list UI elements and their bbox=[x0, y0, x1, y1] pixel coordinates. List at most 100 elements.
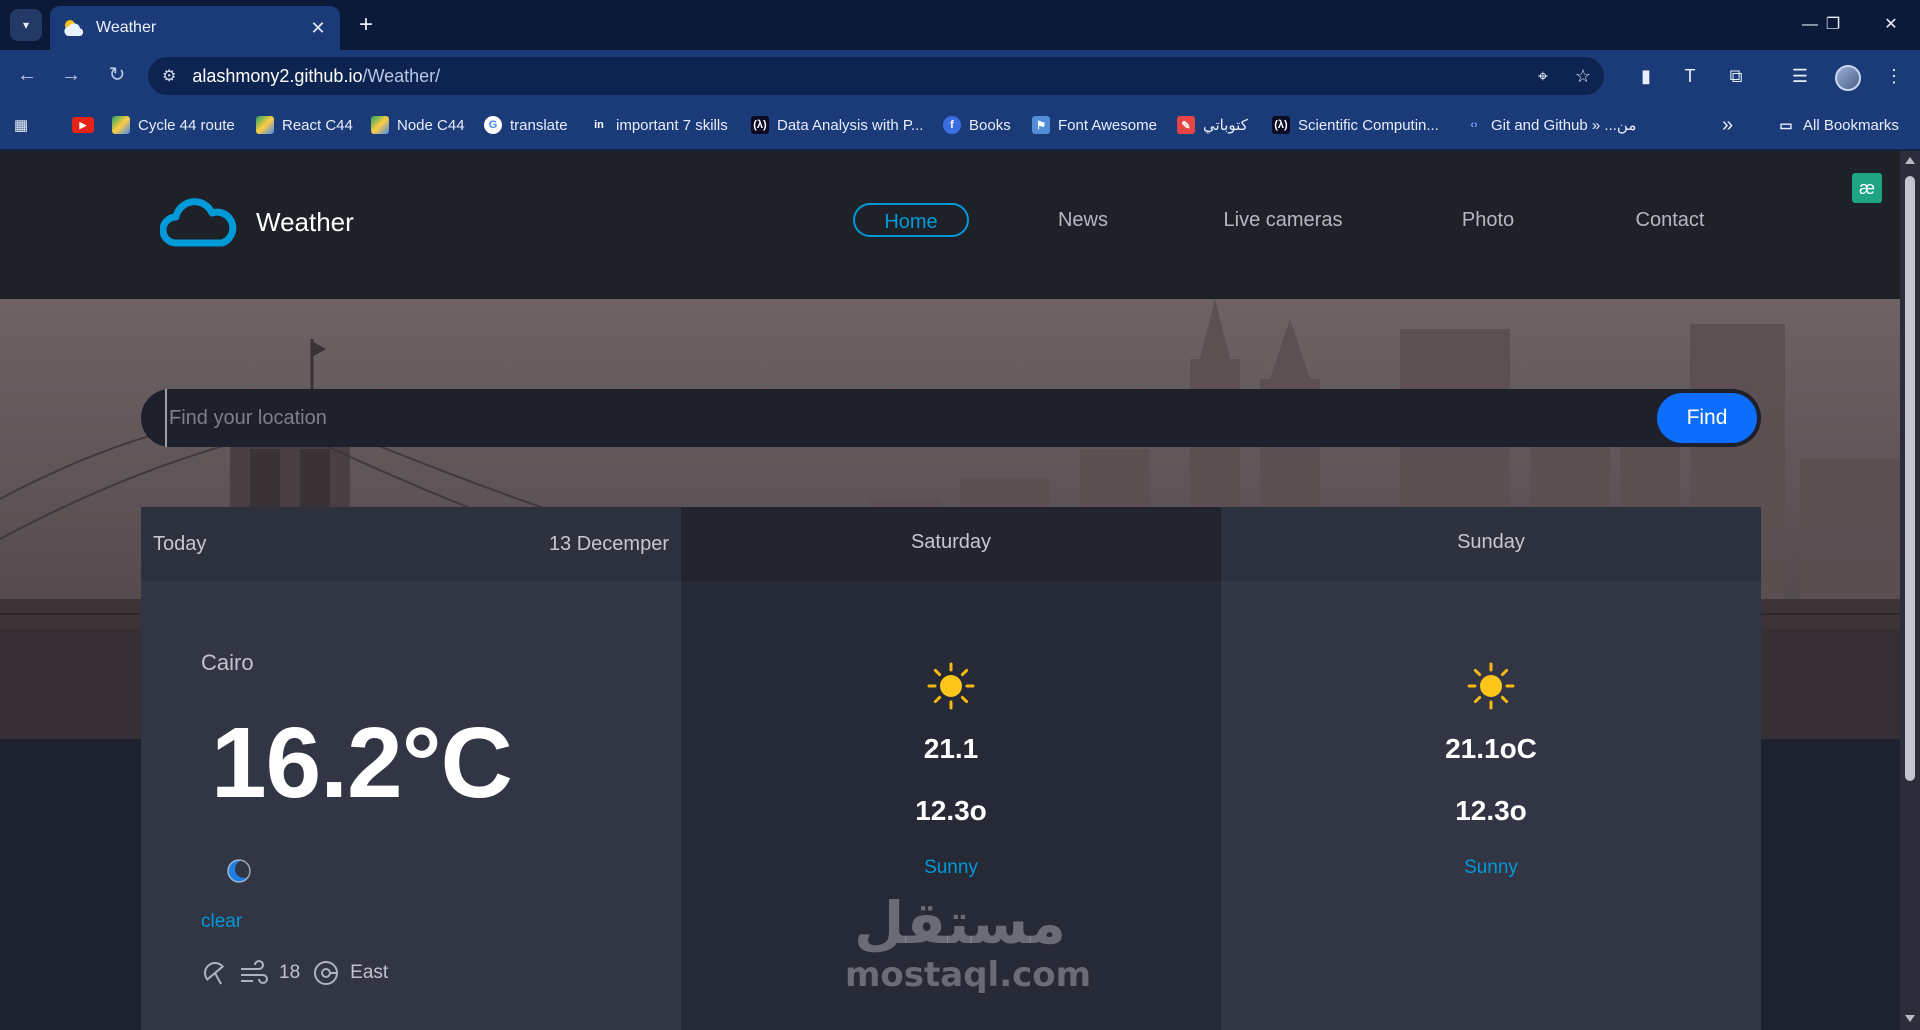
bookmark-item[interactable]: ⚑ Font Awesome bbox=[1032, 113, 1157, 137]
browser-tab-bar: ▾ Weather ✕ + — ❐ ✕ bbox=[0, 0, 1920, 50]
close-window-button[interactable]: ✕ bbox=[1871, 10, 1911, 40]
drive-icon bbox=[256, 116, 274, 134]
today-condition: clear bbox=[201, 911, 243, 932]
folder-icon: ▭ bbox=[1779, 116, 1793, 133]
wind-icon bbox=[241, 960, 268, 984]
youtube-icon[interactable]: ▶ bbox=[72, 113, 102, 137]
site-logo[interactable]: Weather bbox=[160, 197, 354, 247]
watermark-arabic: مستقل bbox=[853, 889, 1067, 957]
compass-icon bbox=[314, 961, 339, 985]
web-page: Weather Home News Live cameras Photo Con… bbox=[0, 151, 1920, 1030]
profile-avatar[interactable] bbox=[1835, 65, 1861, 91]
flag-icon: ⚑ bbox=[1032, 116, 1050, 134]
bookmarks-bar: ▦ ▶ Cycle 44 route React C44 Node C44 Gt… bbox=[0, 100, 1920, 150]
find-button[interactable]: Find bbox=[1657, 393, 1757, 443]
weather-favicon-icon bbox=[64, 20, 84, 36]
extension-t-icon[interactable]: T bbox=[1676, 62, 1704, 90]
scroll-up-arrow-icon[interactable] bbox=[1905, 157, 1915, 164]
forecast-max-temp: 21.1oC bbox=[1445, 733, 1537, 764]
kotobati-icon: ✎ bbox=[1177, 116, 1195, 134]
sun-icon bbox=[1467, 662, 1515, 710]
freecodecamp-icon: (λ) bbox=[1272, 116, 1290, 134]
media-queue-icon[interactable]: ☰ bbox=[1786, 62, 1814, 90]
nav-news[interactable]: News bbox=[1040, 203, 1126, 237]
bookmark-item[interactable]: React C44 bbox=[256, 113, 353, 137]
bookmark-star-icon[interactable]: ☆ bbox=[1568, 57, 1598, 95]
tab-close-icon[interactable]: ✕ bbox=[308, 18, 328, 39]
reload-icon[interactable]: ↻ bbox=[102, 60, 132, 90]
bookmark-item[interactable]: (λ) Scientific Computin... bbox=[1272, 113, 1439, 137]
nav-home[interactable]: Home bbox=[853, 203, 969, 237]
bookmark-item[interactable]: f Books bbox=[943, 113, 1011, 137]
tab-search-chevron-icon[interactable]: ▾ bbox=[10, 9, 42, 41]
bookmark-item[interactable]: ✎ كتوباتي bbox=[1177, 113, 1248, 137]
bookmark-item[interactable]: ‹› Git and Github » ...من bbox=[1465, 113, 1636, 137]
drive-icon bbox=[112, 116, 130, 134]
city-name: Cairo bbox=[201, 650, 254, 675]
site-header: Weather Home News Live cameras Photo Con… bbox=[0, 151, 1900, 299]
cloud-logo-icon bbox=[160, 198, 237, 247]
page-scrollbar[interactable] bbox=[1900, 151, 1920, 1030]
today-date: 13 Decemper bbox=[548, 533, 669, 555]
nav-live-cameras[interactable]: Live cameras bbox=[1200, 203, 1366, 237]
forecast-max-temp: 21.1 bbox=[923, 733, 979, 764]
forecast-card-body: 21.1oC 12.3o Sunny bbox=[1221, 581, 1761, 1030]
scroll-down-arrow-icon[interactable] bbox=[1905, 1015, 1915, 1022]
drive-icon bbox=[371, 116, 389, 134]
nav-contact[interactable]: Contact bbox=[1620, 203, 1720, 237]
location-search-bar: Find bbox=[141, 389, 1761, 447]
google-icon: G bbox=[484, 116, 502, 134]
today-card-header: Today 13 Decemper bbox=[141, 507, 681, 581]
forecast-day: Saturday bbox=[910, 531, 992, 553]
forward-arrow-icon[interactable]: → bbox=[56, 60, 86, 90]
today-day-label: Today bbox=[153, 533, 207, 555]
linkedin-icon: in bbox=[594, 119, 604, 131]
moon-icon bbox=[227, 859, 252, 883]
bookmark-item[interactable]: Gtranslate bbox=[484, 113, 568, 137]
location-off-icon[interactable]: ⌖ bbox=[1528, 57, 1558, 95]
site-info-icon[interactable]: ⚙ bbox=[162, 66, 176, 86]
url-host: alashmony2.github.io bbox=[192, 65, 363, 86]
umbrella-icon bbox=[204, 962, 225, 985]
address-bar[interactable]: ⚙ alashmony2.github.io/Weather/ ⌖ ☆ bbox=[148, 57, 1604, 95]
forecast-condition: Sunny bbox=[1464, 857, 1518, 878]
bookmark-item[interactable]: in important 7 skills bbox=[590, 113, 728, 137]
today-card-body: Cairo 16.2°C clear 18 East bbox=[141, 581, 681, 1030]
tab-title: Weather bbox=[96, 19, 157, 36]
code-icon: ‹› bbox=[1470, 119, 1478, 131]
bookmark-item[interactable]: Node C44 bbox=[371, 113, 465, 137]
location-search-input[interactable] bbox=[165, 389, 1545, 447]
forecast-min-temp: 12.3o bbox=[1455, 795, 1527, 826]
extension-ae-icon[interactable]: æ bbox=[1852, 173, 1882, 203]
apps-grid-icon[interactable]: ▦ bbox=[14, 113, 28, 137]
wind-speed: 18 bbox=[279, 962, 301, 983]
nav-photo[interactable]: Photo bbox=[1446, 203, 1530, 237]
wind-direction: East bbox=[350, 962, 389, 983]
back-arrow-icon[interactable]: ← bbox=[12, 60, 42, 90]
browser-menu-icon[interactable]: ⋮ bbox=[1880, 62, 1908, 90]
extensions-puzzle-icon[interactable]: ⧉ bbox=[1722, 62, 1750, 90]
scrollbar-thumb[interactable] bbox=[1905, 176, 1915, 781]
more-bookmarks-chevron-icon[interactable]: » bbox=[1722, 113, 1733, 137]
forecast-card-header: Sunday bbox=[1221, 507, 1761, 581]
restore-button[interactable]: ❐ bbox=[1813, 10, 1853, 40]
browser-tab[interactable]: Weather ✕ bbox=[50, 6, 340, 50]
f-icon: f bbox=[943, 116, 961, 134]
url-path: /Weather/ bbox=[362, 65, 441, 86]
mostaql-watermark: مستقل mostaql.com bbox=[845, 889, 1092, 1011]
today-card: Today 13 Decemper Cairo 16.2°C clear 18 … bbox=[141, 507, 681, 1030]
watermark-latin: mostaql.com bbox=[845, 955, 1092, 995]
reading-list-icon[interactable]: ▮ bbox=[1632, 62, 1660, 90]
forecast-card-header: Saturday bbox=[681, 507, 1221, 581]
sun-icon bbox=[927, 662, 975, 710]
freecodecamp-icon: (λ) bbox=[751, 116, 769, 134]
new-tab-button[interactable]: + bbox=[354, 10, 378, 40]
all-bookmarks-button[interactable]: ▭ All Bookmarks bbox=[1777, 113, 1898, 137]
bookmark-item[interactable]: (λ) Data Analysis with P... bbox=[751, 113, 923, 137]
bookmark-item[interactable]: Cycle 44 route bbox=[112, 113, 235, 137]
browser-toolbar: ← → ↻ ⚙ alashmony2.github.io/Weather/ ⌖ … bbox=[0, 50, 1920, 100]
wind-info: 18 East bbox=[201, 959, 400, 987]
brand-name: Weather bbox=[256, 206, 354, 237]
current-temperature: 16.2°C bbox=[211, 707, 513, 819]
forecast-card-sunday: Sunday 21.1oC 12.3o Sunny bbox=[1221, 507, 1761, 1030]
